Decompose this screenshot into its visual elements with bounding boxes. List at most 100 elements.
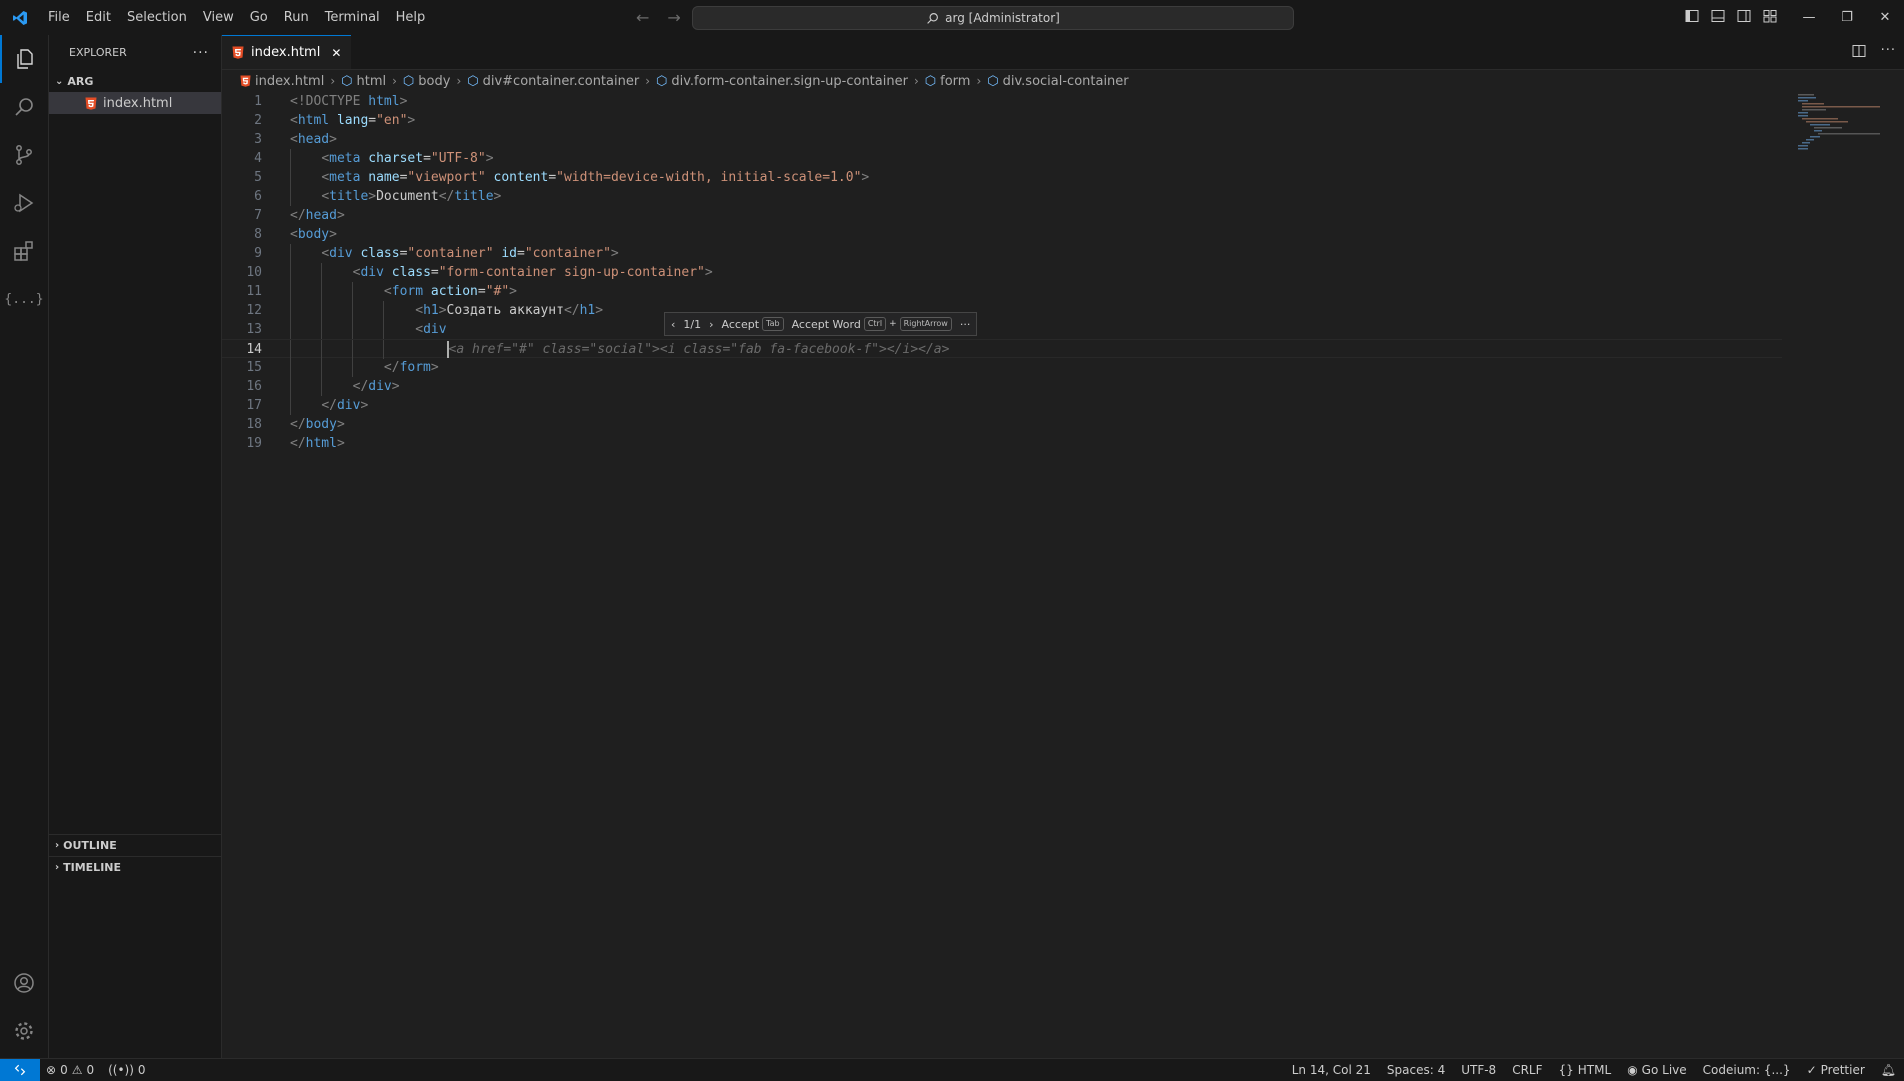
token: body bbox=[297, 227, 330, 242]
codeium-status[interactable]: Codeium: {...} bbox=[1703, 1063, 1791, 1077]
end-of-line[interactable]: CRLF bbox=[1512, 1063, 1542, 1077]
customize-layout-icon[interactable] bbox=[1762, 8, 1778, 24]
menu-go[interactable]: Go bbox=[242, 0, 276, 35]
source-control-icon[interactable] bbox=[0, 131, 48, 179]
file-index-html[interactable]: index.html bbox=[49, 92, 221, 114]
split-editor-icon[interactable] bbox=[1851, 43, 1867, 59]
code-line: 3 <head> bbox=[222, 130, 1782, 149]
token: name bbox=[368, 170, 400, 185]
token: html bbox=[297, 113, 330, 128]
notifications-bell-icon[interactable]: 🔔︎ bbox=[1881, 1063, 1896, 1077]
breadcrumb-html[interactable]: ⬡ html bbox=[341, 74, 386, 89]
breadcrumb-form[interactable]: ⬡ form bbox=[925, 74, 971, 89]
language-mode[interactable]: {} HTML bbox=[1559, 1063, 1612, 1077]
accept-word-button[interactable]: Accept Word Ctrl + RightArrow bbox=[792, 317, 952, 331]
code-view[interactable]: 1 <!DOCTYPE html> 2 <html lang="en"> 3 <hea… bbox=[222, 92, 1782, 453]
menu-terminal[interactable]: Terminal bbox=[317, 0, 388, 35]
menu-run[interactable]: Run bbox=[276, 0, 317, 35]
problems-indicator[interactable]: ⊗ 0 ⚠ 0 bbox=[46, 1063, 94, 1077]
tab-index-html[interactable]: index.html ✕ bbox=[222, 35, 352, 69]
code-line: 8 <body> bbox=[222, 225, 1782, 244]
next-suggestion-icon[interactable]: › bbox=[709, 318, 713, 331]
vscode-logo-icon bbox=[0, 10, 40, 26]
token: form bbox=[391, 284, 424, 299]
timeline-section[interactable]: › TIMELINE bbox=[49, 856, 221, 878]
chevron-down-icon: ⌄ bbox=[55, 75, 64, 87]
breadcrumb-label: div.social-container bbox=[1002, 73, 1129, 89]
line-content: </html> bbox=[290, 436, 345, 451]
window-controls: — ❐ ✕ bbox=[1790, 0, 1904, 35]
code-line: 7 </head> bbox=[222, 206, 1782, 225]
breadcrumb-file[interactable]: index.html bbox=[240, 74, 324, 89]
outline-section[interactable]: › OUTLINE bbox=[49, 834, 221, 856]
more-actions-icon[interactable]: ··· bbox=[1881, 43, 1896, 59]
more-actions-icon[interactable]: ··· bbox=[193, 45, 209, 61]
line-content: <div class="container" id="container"> bbox=[321, 246, 619, 261]
explorer-icon[interactable] bbox=[0, 35, 48, 83]
command-center[interactable]: arg [Administrator] bbox=[692, 6, 1294, 30]
run-debug-icon[interactable] bbox=[0, 179, 48, 227]
breadcrumb-div-container[interactable]: ⬡ div#container.container bbox=[467, 74, 639, 89]
ports-indicator[interactable]: ((•)) 0 bbox=[108, 1063, 145, 1077]
keybinding-tab: Tab bbox=[762, 317, 784, 331]
line-number: 18 bbox=[246, 417, 262, 432]
forward-arrow-icon[interactable]: → bbox=[667, 8, 680, 27]
toggle-secondary-sidebar-icon[interactable] bbox=[1736, 8, 1752, 24]
extensions-icon[interactable] bbox=[0, 227, 48, 275]
breadcrumb-div-social[interactable]: ⬡ div.social-container bbox=[987, 74, 1128, 89]
encoding[interactable]: UTF-8 bbox=[1461, 1063, 1496, 1077]
more-actions-icon[interactable]: ··· bbox=[960, 318, 971, 331]
token: action bbox=[430, 284, 478, 299]
token: "UTF-8" bbox=[430, 151, 486, 166]
menu-selection[interactable]: Selection bbox=[119, 0, 195, 35]
token: html bbox=[305, 436, 337, 451]
accept-word-label: Accept Word bbox=[791, 317, 861, 331]
command-center-label: arg [Administrator] bbox=[945, 11, 1060, 25]
prev-suggestion-icon[interactable]: ‹ bbox=[671, 318, 675, 331]
settings-gear-icon[interactable] bbox=[0, 1007, 48, 1055]
explorer-header: EXPLORER ··· bbox=[49, 35, 221, 70]
line-number: 17 bbox=[246, 398, 262, 413]
minimize-icon[interactable]: — bbox=[1790, 0, 1828, 35]
cursor-position[interactable]: Ln 14, Col 21 bbox=[1292, 1063, 1371, 1077]
minimap[interactable] bbox=[1796, 92, 1886, 152]
remote-indicator-icon[interactable] bbox=[0, 1059, 40, 1081]
token: Создать аккаунт bbox=[446, 303, 564, 318]
element-cube-icon: ⬡ bbox=[402, 73, 415, 89]
folder-arg[interactable]: ⌄ ARG bbox=[49, 70, 221, 92]
close-tab-icon[interactable]: ✕ bbox=[331, 46, 341, 60]
line-content: <meta name="viewport" content="width=dev… bbox=[321, 170, 870, 185]
restore-icon[interactable]: ❐ bbox=[1828, 0, 1866, 35]
chevron-right-icon: › bbox=[330, 74, 336, 88]
menu-edit[interactable]: Edit bbox=[78, 0, 119, 35]
prettier-status[interactable]: ✓ Prettier bbox=[1807, 1063, 1865, 1077]
indentation[interactable]: Spaces: 4 bbox=[1387, 1063, 1445, 1077]
go-live-label: Go Live bbox=[1641, 1063, 1687, 1077]
menu-file[interactable]: File bbox=[40, 0, 78, 35]
nav-arrows: ← → bbox=[636, 8, 681, 27]
error-count: 0 bbox=[60, 1063, 68, 1077]
broadcast-icon: ((•)) bbox=[108, 1063, 134, 1077]
ghost-suggestion[interactable]: <a href="#" class="social"><i class="fab… bbox=[449, 342, 950, 357]
accept-button[interactable]: Accept Tab bbox=[722, 317, 784, 331]
back-arrow-icon[interactable]: ← bbox=[636, 8, 649, 27]
menu-help[interactable]: Help bbox=[388, 0, 434, 35]
line-content: <head> bbox=[290, 132, 337, 147]
breadcrumb-body[interactable]: ⬡ body bbox=[403, 74, 451, 89]
layout-controls bbox=[1684, 8, 1778, 24]
token: class bbox=[360, 246, 400, 261]
go-live-button[interactable]: ◉ Go Live bbox=[1627, 1063, 1686, 1077]
json-braces-icon[interactable]: {...} bbox=[0, 275, 48, 323]
toggle-panel-icon[interactable] bbox=[1710, 8, 1726, 24]
toggle-primary-sidebar-icon[interactable] bbox=[1684, 8, 1700, 24]
activity-bar: {...} bbox=[0, 35, 49, 1062]
menu-view[interactable]: View bbox=[195, 0, 242, 35]
line-content: <html lang="en"> bbox=[290, 113, 416, 128]
search-view-icon[interactable] bbox=[0, 83, 48, 131]
line-content: </div> bbox=[321, 398, 369, 413]
account-icon[interactable] bbox=[0, 959, 48, 1007]
code-line: 4 <meta charset="UTF-8"> bbox=[222, 149, 1782, 168]
breadcrumb-div-form-container[interactable]: ⬡ div.form-container.sign-up-container bbox=[656, 74, 908, 89]
element-cube-icon: ⬡ bbox=[924, 73, 937, 89]
close-window-icon[interactable]: ✕ bbox=[1866, 0, 1904, 35]
